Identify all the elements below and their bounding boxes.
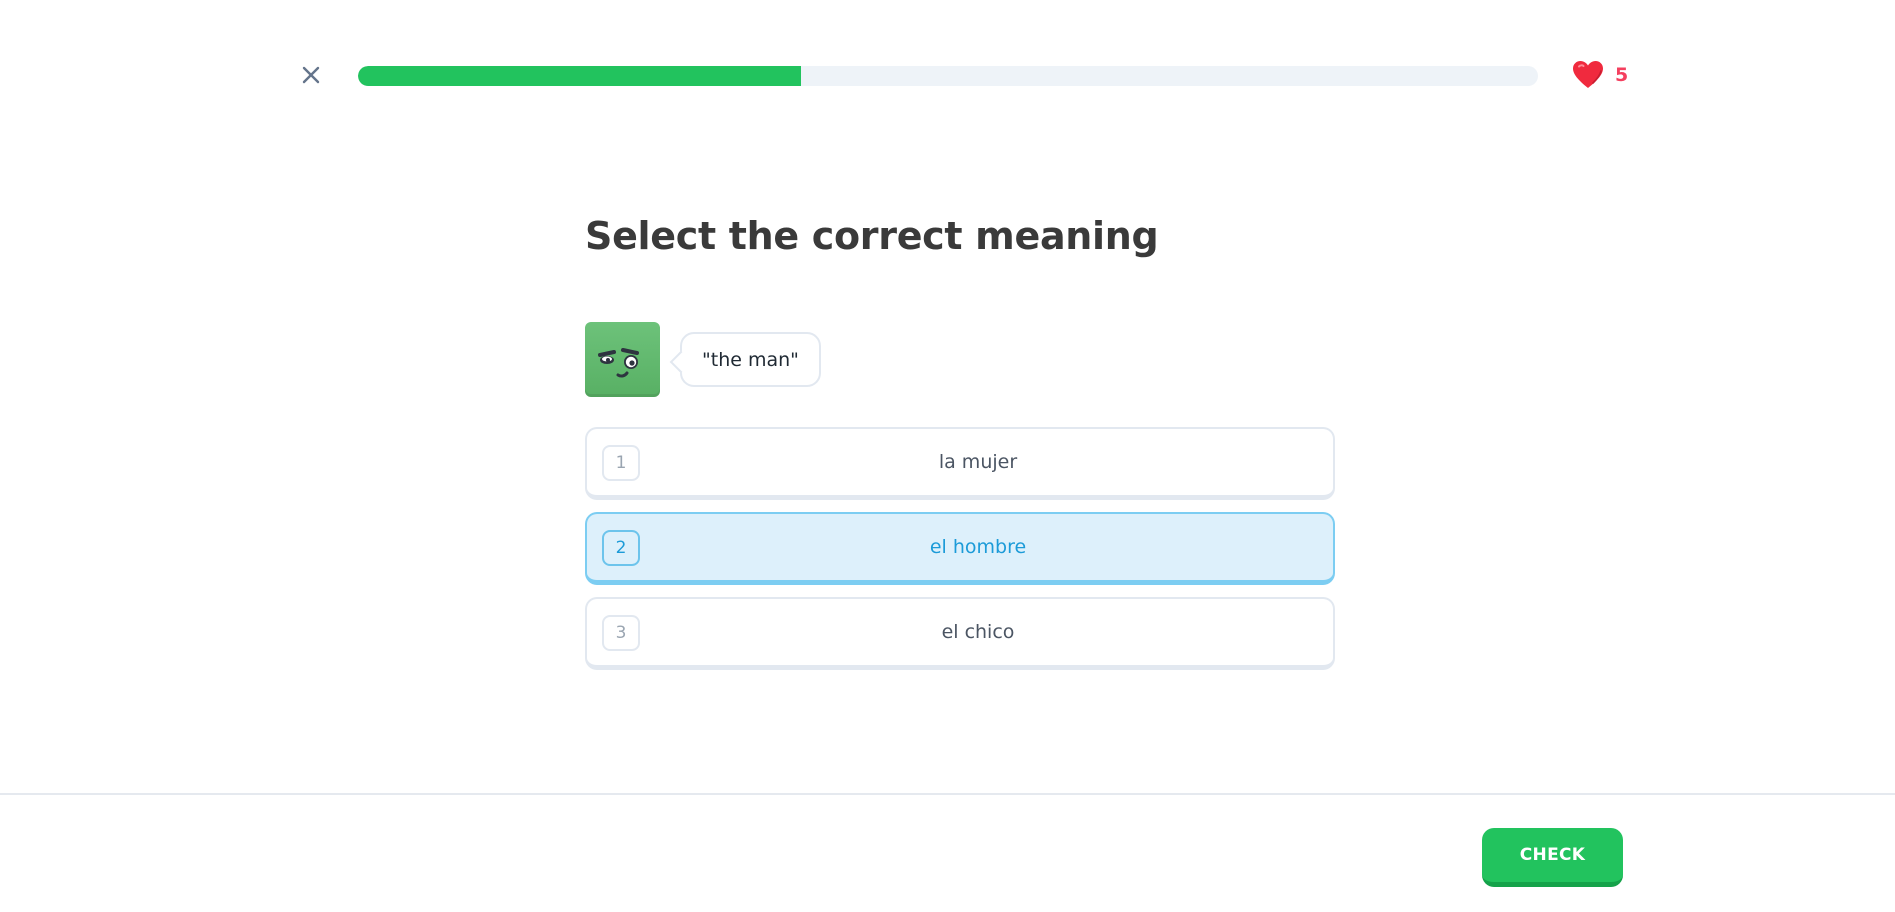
option-1[interactable]: 1 la mujer [585, 427, 1335, 500]
answer-options: 1 la mujer 2 el hombre 3 el chico [585, 427, 1335, 682]
hearts-count: 5 [1615, 64, 1629, 86]
page-title: Select the correct meaning [585, 214, 1159, 258]
option-label: el hombre [929, 536, 1027, 558]
option-label: el chico [941, 621, 1015, 643]
option-label: la mujer [938, 451, 1018, 473]
heart-icon [1573, 61, 1603, 88]
option-2[interactable]: 2 el hombre [585, 512, 1335, 585]
footer-divider [0, 793, 1895, 795]
hearts-counter: 5 [1571, 58, 1628, 92]
check-button[interactable]: CHECK [1482, 828, 1623, 887]
prompt-text: "the man" [702, 348, 799, 371]
close-button[interactable] [298, 62, 324, 88]
lesson-progress-fill [358, 66, 801, 86]
character-avatar [585, 322, 660, 397]
lesson-screen: 5 Select the correct meaning "the man" 1… [0, 0, 1895, 912]
lesson-progress-bar [358, 66, 1538, 86]
prompt-bubble: "the man" [680, 332, 821, 387]
green-square-character [598, 348, 639, 378]
close-icon[interactable] [298, 62, 324, 88]
option-3[interactable]: 3 el chico [585, 597, 1335, 670]
